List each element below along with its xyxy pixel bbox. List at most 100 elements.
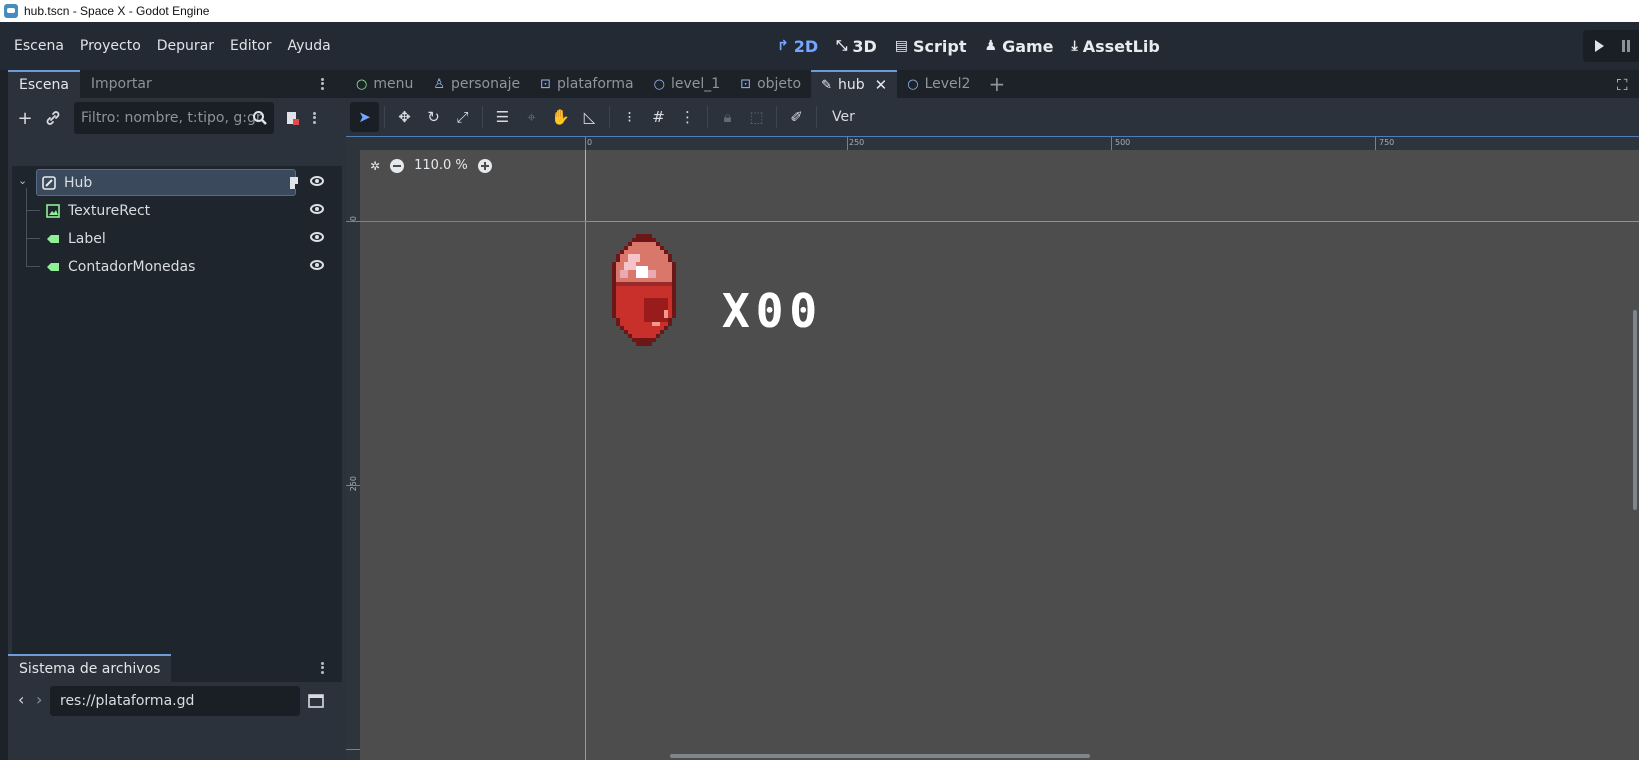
pivot-tool-icon[interactable]: ⌖ xyxy=(517,102,546,132)
smart-snap-icon[interactable]: ⁝ xyxy=(615,102,644,132)
zoom-controls: ✲ 110.0 % xyxy=(370,158,492,173)
canvas-toolbar: ➤ ✥ ↻ ⤢ ☰ ⌖ ✋ ◺ ⁝ # ⋮ 🔒︎ ⬚ ✐ Ver xyxy=(346,98,1639,136)
main-screen-switcher: ↱ 2D ⤡ 3D ▤ Script ♟ Game ⤓ AssetLib xyxy=(770,22,1167,70)
lock-icon[interactable]: 🔒︎ xyxy=(713,102,742,132)
tree-item-texturerect[interactable]: TextureRect xyxy=(12,196,342,224)
collapse-arrow-icon[interactable]: ⌄ xyxy=(18,174,27,187)
texturerect-icon xyxy=(46,204,60,218)
menu-editor[interactable]: Editor xyxy=(222,32,279,60)
forward-icon[interactable]: › xyxy=(36,690,42,709)
skeleton-icon[interactable]: ✐ xyxy=(782,102,811,132)
menu-depurar[interactable]: Depurar xyxy=(149,32,222,60)
tree-item-contadormonedas[interactable]: ContadorMonedas xyxy=(12,252,342,280)
node-circle-icon: ○ xyxy=(356,76,368,92)
scene-dock-panel: + Filtro: nombre, t:tipo, g:gr ⌄ Hub Tex… xyxy=(8,98,346,746)
game-icon: ♟ xyxy=(984,38,998,54)
main-editor-area: ○ menu ♙ personaje ⊡ plataforma ○ level_1 ⊡ o… xyxy=(346,70,1639,760)
scene-tree-menu-icon[interactable] xyxy=(308,108,320,128)
pan-tool-icon[interactable]: ✋ xyxy=(546,102,575,132)
scene-tab-level2[interactable]: ○ Level2 xyxy=(897,70,980,98)
godot-app-icon xyxy=(4,4,18,18)
scene-tab-hub[interactable]: ✎ hub ✕ xyxy=(811,70,898,98)
distraction-free-icon[interactable]: ⛶ xyxy=(1617,76,1633,94)
scale-tool-icon[interactable]: ⤢ xyxy=(448,102,477,132)
group-icon[interactable]: ⬚ xyxy=(742,102,771,132)
scene-tab-menu[interactable]: ○ menu xyxy=(346,70,423,98)
select-tool-icon[interactable]: ➤ xyxy=(350,102,379,132)
left-dock: Escena Importar + Filtro: nombre, t:tipo… xyxy=(0,70,346,760)
menu-escena[interactable]: Escena xyxy=(6,32,72,60)
2d-canvas[interactable]: ✲ 110.0 % X00 xyxy=(360,150,1639,760)
horizontal-scrollbar[interactable] xyxy=(670,754,1090,758)
main-screen-3d-button[interactable]: ⤡ 3D xyxy=(829,33,884,60)
visibility-eye-icon[interactable] xyxy=(310,232,324,242)
add-node-icon[interactable]: + xyxy=(11,104,39,132)
editor-menu-bar: Escena Proyecto Depurar Editor Ayuda ↱ 2D… xyxy=(0,22,1639,70)
godot-editor-window: { "window": { "title": "hub.tscn - Space… xyxy=(0,0,1639,760)
rotate-tool-icon[interactable]: ↻ xyxy=(419,102,448,132)
scene-filter-input[interactable]: Filtro: nombre, t:tipo, g:gr xyxy=(74,102,274,134)
zoom-out-icon[interactable] xyxy=(390,158,405,173)
tree-item-hub[interactable]: ⌄ Hub xyxy=(12,168,342,196)
control-icon: ✎ xyxy=(821,77,833,93)
zoom-in-icon[interactable] xyxy=(477,158,492,173)
scene-tabs: ○ menu ♙ personaje ⊡ plataforma ○ level_1 ⊡ o… xyxy=(346,70,1639,98)
snap-options-icon[interactable]: ⋮ xyxy=(673,102,702,132)
vertical-scrollbar[interactable] xyxy=(1633,310,1637,510)
zoom-level[interactable]: 110.0 % xyxy=(414,158,468,173)
search-icon xyxy=(253,111,267,125)
3d-icon: ⤡ xyxy=(836,38,848,54)
scene-dock-menu-icon[interactable] xyxy=(316,74,328,94)
scene-tab-objeto[interactable]: ⊡ objeto xyxy=(730,70,811,98)
viewport[interactable]: 0 250 500 750 0 250 ✲ 110.0 % X00 xyxy=(346,136,1639,760)
grid-snap-icon[interactable]: # xyxy=(644,102,673,132)
scene-tab-level-1[interactable]: ○ level_1 xyxy=(644,70,731,98)
split-mode-icon[interactable] xyxy=(308,693,324,709)
view-menu-button[interactable]: Ver xyxy=(822,109,865,125)
os-title-bar: hub.tscn - Space X - Godot Engine xyxy=(0,0,1639,22)
attach-script-icon[interactable] xyxy=(278,104,306,132)
pause-icon[interactable] xyxy=(1622,40,1630,52)
menu-proyecto[interactable]: Proyecto xyxy=(72,32,149,60)
add-scene-tab-icon[interactable]: + xyxy=(980,72,1013,96)
back-icon[interactable]: ‹ xyxy=(18,690,24,709)
character-icon: ♙ xyxy=(433,76,445,92)
scene-tab-plataforma[interactable]: ⊡ plataforma xyxy=(530,70,644,98)
script-attached-icon[interactable] xyxy=(288,176,302,190)
node-circle-icon: ○ xyxy=(907,76,919,92)
gem-sprite[interactable] xyxy=(604,234,692,350)
canvas-editor: ➤ ✥ ↻ ⤢ ☰ ⌖ ✋ ◺ ⁝ # ⋮ 🔒︎ ⬚ ✐ Ver 0 250 5… xyxy=(346,98,1639,760)
move-tool-icon[interactable]: ✥ xyxy=(390,102,419,132)
main-screen-script-button[interactable]: ▤ Script xyxy=(888,33,974,60)
visibility-eye-icon[interactable] xyxy=(310,204,324,214)
filesystem-menu-icon[interactable] xyxy=(316,658,328,678)
zoom-reset-icon[interactable]: ✲ xyxy=(370,159,380,173)
tab-escena[interactable]: Escena xyxy=(8,70,80,98)
main-screen-2d-button[interactable]: ↱ 2D xyxy=(770,33,825,60)
horizontal-ruler[interactable]: 0 250 500 750 xyxy=(346,136,1639,151)
assetlib-icon: ⤓ xyxy=(1071,38,1078,54)
list-select-icon[interactable]: ☰ xyxy=(488,102,517,132)
tab-sistema-de-archivos[interactable]: Sistema de archivos xyxy=(8,654,172,682)
control-icon xyxy=(42,176,56,190)
scene-tab-personaje[interactable]: ♙ personaje xyxy=(423,70,530,98)
ruler-tool-icon[interactable]: ◺ xyxy=(575,102,604,132)
window-title: hub.tscn - Space X - Godot Engine xyxy=(24,4,210,18)
node-circle-icon: ○ xyxy=(653,76,665,92)
2d-icon: ↱ xyxy=(777,38,789,54)
area-icon: ⊡ xyxy=(740,76,752,92)
menu-ayuda[interactable]: Ayuda xyxy=(279,32,338,60)
vertical-ruler[interactable]: 0 250 xyxy=(346,150,360,760)
visibility-eye-icon[interactable] xyxy=(310,176,324,186)
instantiate-scene-icon[interactable] xyxy=(39,104,67,132)
label-icon xyxy=(47,263,59,271)
path-field[interactable]: res://plataforma.gd xyxy=(50,686,300,716)
main-screen-assetlib-button[interactable]: ⤓ AssetLib xyxy=(1065,33,1167,60)
tree-item-label[interactable]: Label xyxy=(12,224,342,252)
main-screen-game-button[interactable]: ♟ Game xyxy=(978,33,1061,60)
tab-importar[interactable]: Importar xyxy=(80,70,163,98)
coin-counter-label[interactable]: X00 xyxy=(722,284,823,338)
visibility-eye-icon[interactable] xyxy=(310,260,324,270)
play-icon[interactable] xyxy=(1595,40,1604,52)
close-tab-icon[interactable]: ✕ xyxy=(875,76,888,94)
